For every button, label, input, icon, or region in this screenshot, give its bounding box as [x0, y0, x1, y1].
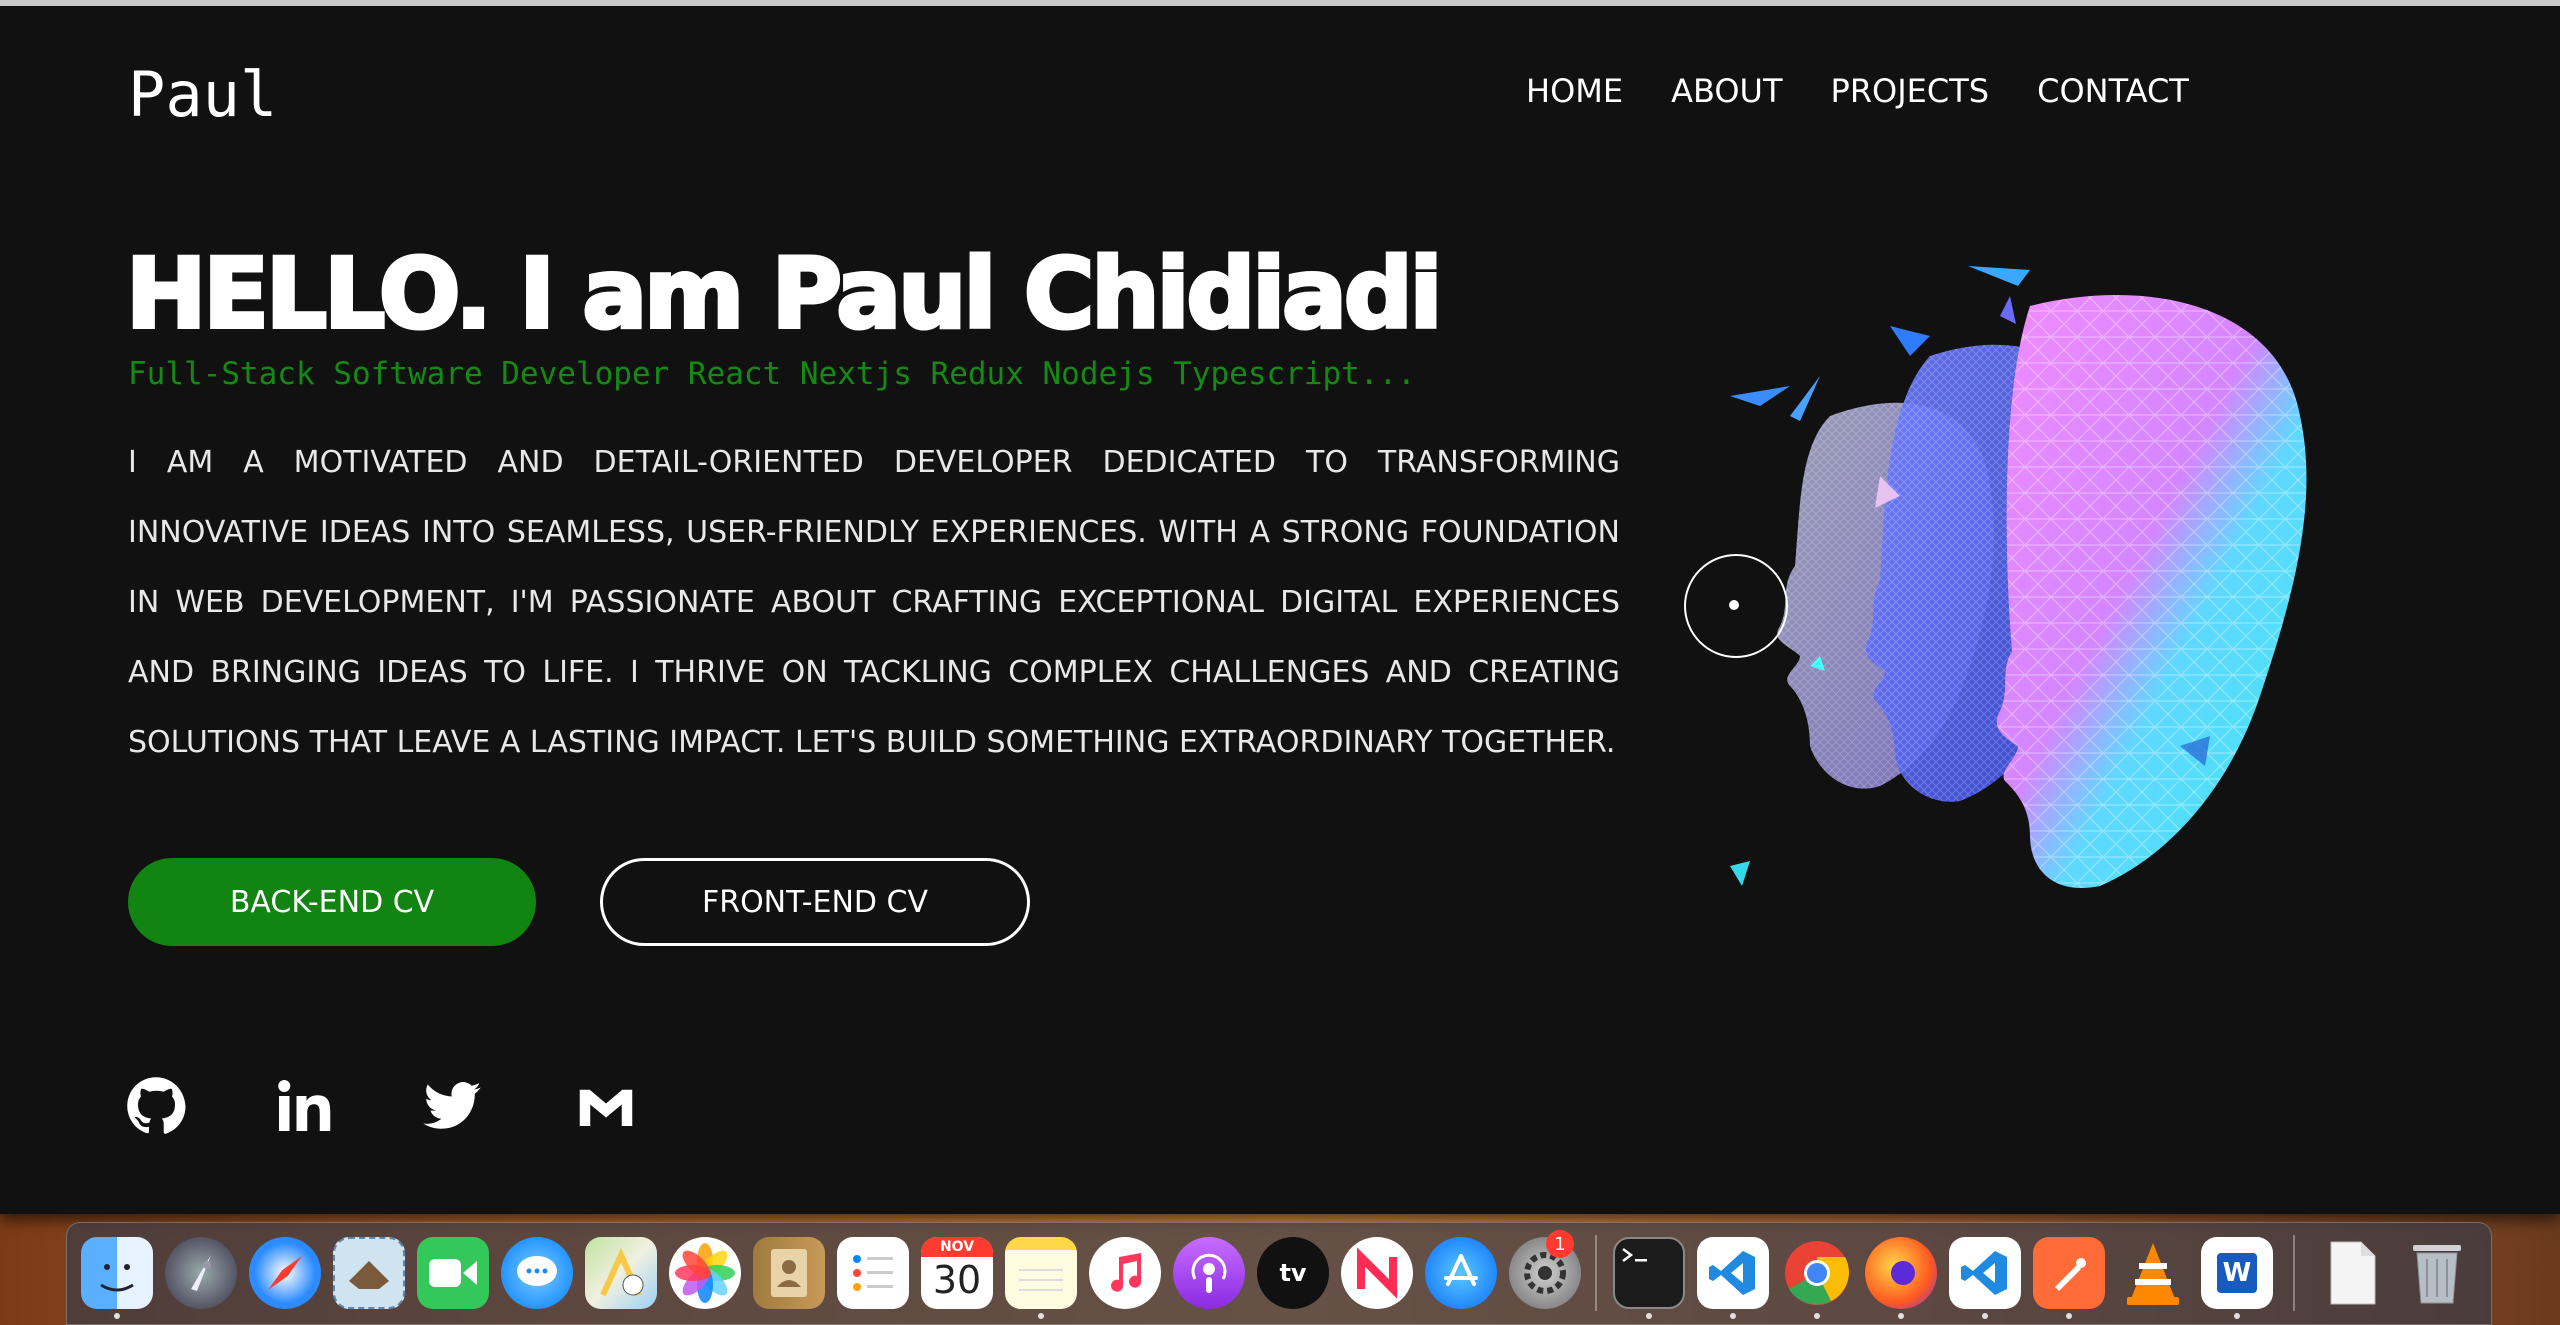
calendar-icon[interactable]: NOV 30 — [921, 1237, 993, 1309]
shard — [1968, 266, 2030, 286]
running-indicator — [1898, 1313, 1904, 1319]
notes-icon[interactable] — [1005, 1237, 1077, 1309]
shard — [1790, 376, 1820, 421]
running-indicator — [1730, 1313, 1736, 1319]
facetime-icon[interactable] — [417, 1237, 489, 1309]
github-icon[interactable] — [126, 1076, 186, 1136]
postman-icon[interactable] — [2033, 1237, 2105, 1309]
messages-icon[interactable] — [501, 1237, 573, 1309]
twitter-icon[interactable] — [422, 1076, 482, 1136]
running-indicator — [1646, 1313, 1652, 1319]
main-nav: HOME ABOUT PROJECTS CONTACT — [1526, 72, 2189, 110]
shard — [1730, 386, 1790, 406]
finder-icon[interactable] — [81, 1237, 153, 1309]
backend-cv-button[interactable]: BACK-END CV — [128, 858, 536, 946]
browser-page: Paul HOME ABOUT PROJECTS CONTACT HELLO. … — [0, 0, 2560, 1214]
head-front-mesh — [1996, 295, 2307, 888]
calendar-month: NOV — [921, 1237, 993, 1257]
cursor-dot — [1729, 600, 1739, 610]
notification-badge: 1 — [1546, 1230, 1574, 1258]
nav-projects[interactable]: PROJECTS — [1831, 72, 1990, 110]
apple-tv-icon[interactable]: tv — [1257, 1237, 1329, 1309]
firefox-icon[interactable] — [1865, 1237, 1937, 1309]
nav-contact[interactable]: CONTACT — [2037, 72, 2189, 110]
music-icon[interactable] — [1089, 1237, 1161, 1309]
shard — [2000, 296, 2016, 324]
site-logo[interactable]: Paul — [128, 58, 277, 131]
vscode-icon-2[interactable] — [1949, 1237, 2021, 1309]
nav-about[interactable]: ABOUT — [1671, 72, 1782, 110]
launchpad-icon[interactable] — [165, 1237, 237, 1309]
running-indicator — [1038, 1313, 1044, 1319]
shard — [1730, 861, 1750, 886]
wireframe-heads-illustration — [1730, 266, 2307, 888]
app-store-icon[interactable] — [1425, 1237, 1497, 1309]
running-indicator — [2234, 1313, 2240, 1319]
documents-icon[interactable] — [2317, 1237, 2389, 1309]
vlc-icon[interactable] — [2117, 1237, 2189, 1309]
vscode-icon[interactable] — [1697, 1237, 1769, 1309]
hero-bio: I am a motivated and detail-oriented dev… — [128, 445, 1620, 760]
photos-icon[interactable] — [669, 1237, 741, 1309]
contacts-icon[interactable] — [753, 1237, 825, 1309]
running-indicator — [1982, 1313, 1988, 1319]
tv-label: tv — [1279, 1259, 1307, 1287]
terminal-icon[interactable] — [1613, 1237, 1685, 1309]
running-indicator — [114, 1313, 120, 1319]
linkedin-icon[interactable] — [274, 1076, 334, 1136]
reminders-icon[interactable] — [837, 1237, 909, 1309]
word-icon[interactable]: W — [2201, 1237, 2273, 1309]
safari-icon[interactable] — [249, 1237, 321, 1309]
macos-dock: NOV 30 tv W — [66, 1222, 2492, 1325]
word-label: W — [2217, 1253, 2257, 1293]
chrome-icon[interactable] — [1781, 1237, 1853, 1309]
hero-title: HELLO. I am Paul Chidiadi — [124, 236, 1445, 352]
maps-icon[interactable] — [585, 1237, 657, 1309]
running-indicator — [2066, 1313, 2072, 1319]
nav-home[interactable]: HOME — [1526, 72, 1623, 110]
dock-separator — [2293, 1235, 2295, 1311]
running-indicator — [1814, 1313, 1820, 1319]
dock-separator — [1595, 1235, 1597, 1311]
mail-icon[interactable] — [333, 1237, 405, 1309]
hero-subtitle: Full-Stack Software Developer React Next… — [128, 356, 1416, 392]
calendar-day: 30 — [932, 1258, 982, 1302]
news-icon[interactable] — [1341, 1237, 1413, 1309]
frontend-cv-button[interactable]: FRONT-END CV — [600, 858, 1030, 946]
gmail-icon[interactable] — [576, 1076, 636, 1136]
podcasts-icon[interactable] — [1173, 1237, 1245, 1309]
shard — [1890, 326, 1930, 356]
trash-icon[interactable] — [2401, 1237, 2473, 1309]
